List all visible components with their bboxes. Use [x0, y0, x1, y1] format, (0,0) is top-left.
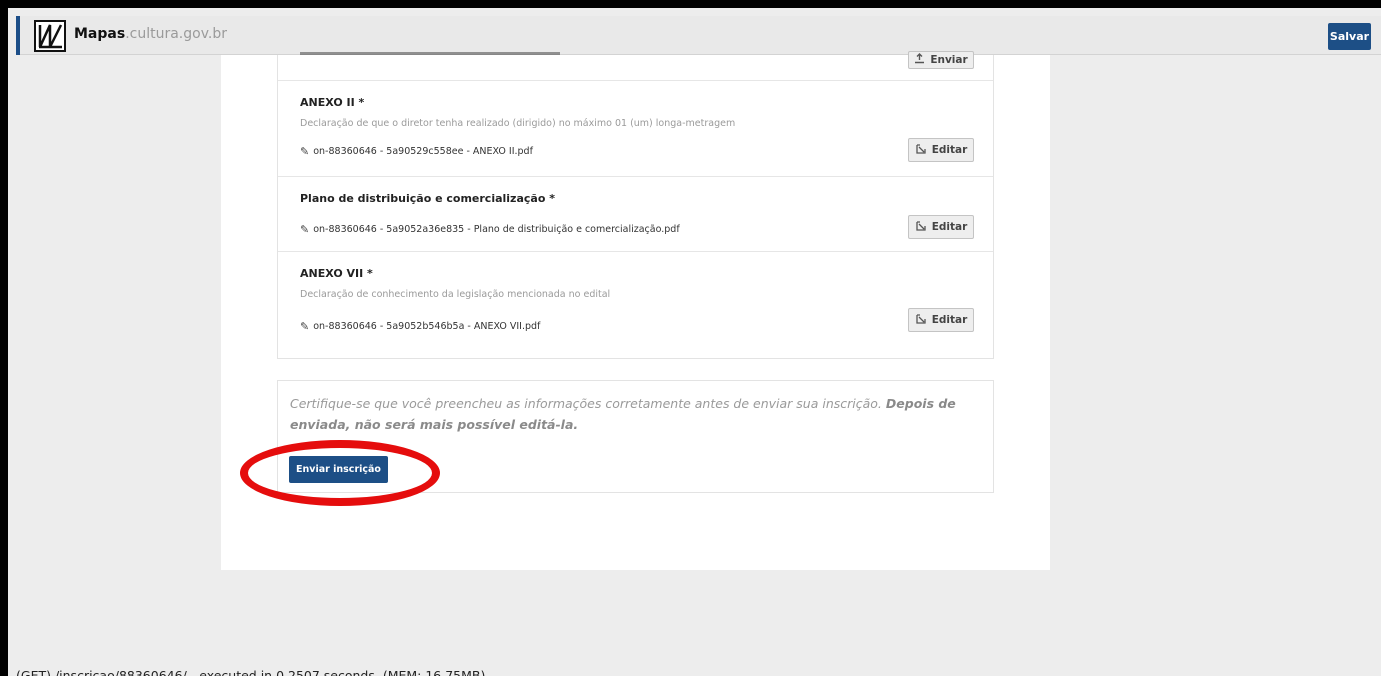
attachment-file-name: on-88360646 - 5a9052a36e835 - Plano de d… — [313, 224, 680, 235]
mapas-logo-icon[interactable] — [34, 20, 66, 52]
attachment-description: Declaração de conhecimento da legislação… — [300, 289, 611, 300]
upload-label: Enviar — [930, 54, 968, 66]
edit-button[interactable]: Editar — [908, 215, 974, 239]
paperclip-icon: ✎ — [300, 145, 310, 158]
edit-label: Editar — [931, 221, 968, 233]
attachment-file[interactable]: ✎ on-88360646 - 5a90529c558ee - ANEXO II… — [300, 145, 533, 158]
attachment-title: ANEXO II * — [300, 96, 365, 109]
site-brand[interactable]: Mapas.cultura.gov.br — [74, 26, 227, 42]
edit-label: Editar — [931, 314, 968, 326]
top-navbar: Mapas.cultura.gov.br Salvar — [16, 16, 1381, 55]
attachment-file-name: on-88360646 - 5a90529c558ee - ANEXO II.p… — [313, 146, 533, 157]
upload-button[interactable]: Enviar — [908, 51, 974, 69]
highlight-annotation — [240, 440, 440, 506]
edit-icon — [915, 313, 927, 328]
paperclip-icon: ✎ — [300, 320, 310, 333]
confirm-warning: Certifique-se que você preencheu as info… — [290, 393, 970, 435]
brand-domain: .cultura.gov.br — [125, 26, 227, 42]
screenshot-frame: Mapas.cultura.gov.br Salvar Enviar ANEXO… — [0, 0, 1381, 676]
debug-footer: (GET) /inscricao/88360646/ - executed in… — [16, 668, 486, 676]
save-button[interactable]: Salvar — [1328, 23, 1371, 50]
attachment-title: Plano de distribuição e comercialização … — [300, 192, 555, 205]
edit-button[interactable]: Editar — [908, 138, 974, 162]
attachment-file-name: on-88360646 - 5a9052b546b5a - ANEXO VII.… — [313, 321, 541, 332]
navbar-accent — [16, 16, 20, 55]
edit-label: Editar — [931, 144, 968, 156]
confirm-warning-text: Certifique-se que você preencheu as info… — [290, 396, 882, 411]
attachment-item: ANEXO II * Declaração de que o diretor t… — [278, 81, 993, 177]
attachment-description: Declaração de que o diretor tenha realiz… — [300, 118, 736, 129]
edit-icon — [915, 220, 927, 235]
brand-bold: Mapas — [74, 26, 126, 42]
attachment-file[interactable]: ✎ on-88360646 - 5a9052b546b5a - ANEXO VI… — [300, 320, 540, 333]
attachment-item: ANEXO VII * Declaração de conhecimento d… — [278, 252, 993, 359]
paperclip-icon: ✎ — [300, 223, 310, 236]
attachment-item: Plano de distribuição e comercialização … — [278, 177, 993, 252]
upload-icon — [914, 53, 925, 67]
attachment-clipped-text — [300, 49, 600, 57]
attachments-list: Enviar ANEXO II * Declaração de que o di… — [277, 51, 994, 359]
attachment-file[interactable]: ✎ on-88360646 - 5a9052a36e835 - Plano de… — [300, 223, 680, 236]
attachment-title: ANEXO VII * — [300, 267, 373, 280]
edit-button[interactable]: Editar — [908, 308, 974, 332]
edit-icon — [915, 143, 927, 158]
attachment-item: Enviar — [278, 51, 993, 81]
